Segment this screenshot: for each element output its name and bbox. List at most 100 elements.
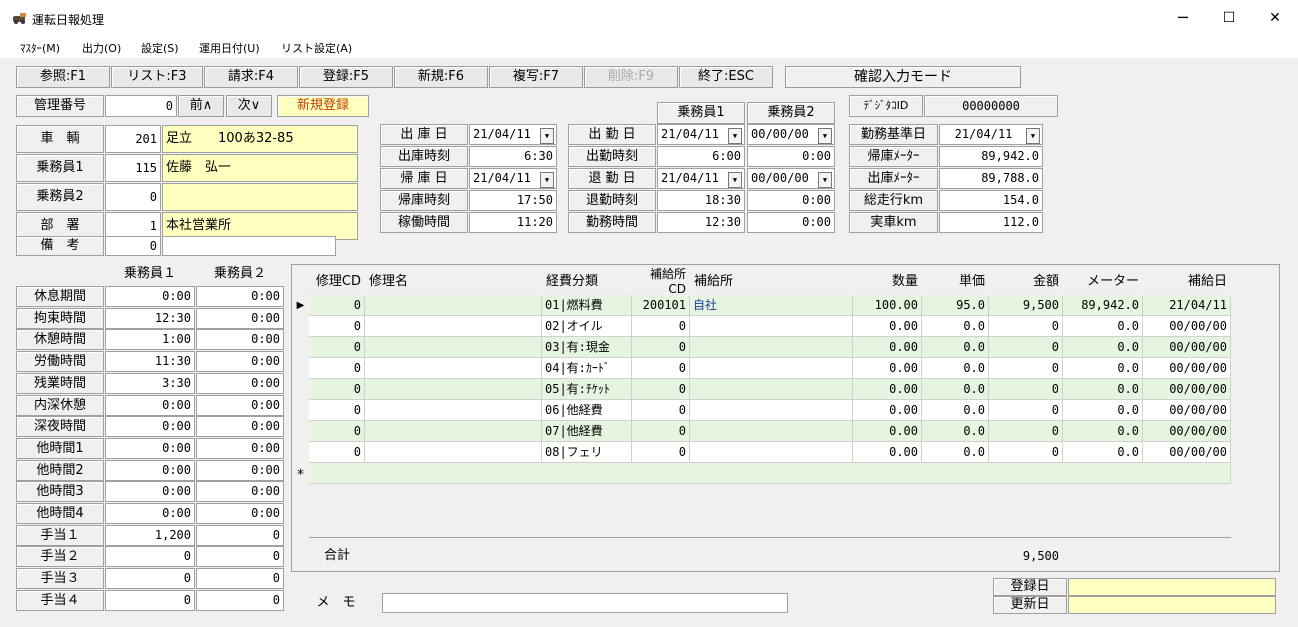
grid-cell[interactable] [365, 316, 542, 337]
time-crew1-input[interactable]: 0:00 [105, 481, 195, 503]
grid-cell[interactable]: 0.00 [853, 379, 922, 400]
dispatch-value-input[interactable]: 21/04/11 ▼ [469, 168, 557, 189]
grid-cell[interactable]: 0 [989, 421, 1063, 442]
dispatch-value-input[interactable]: 6:30 [469, 146, 557, 167]
grid-cell[interactable]: 0.0 [922, 358, 989, 379]
grid-cell[interactable]: 0 [309, 421, 365, 442]
prev-record-button[interactable]: 前∧ [178, 95, 224, 117]
time-crew2-input[interactable]: 0:00 [196, 416, 284, 438]
grid-cell[interactable]: 04|有:ｶｰﾄﾞ [542, 358, 632, 379]
grid-cell[interactable]: 0 [309, 337, 365, 358]
minimize-button[interactable]: ─ [1160, 0, 1206, 36]
grid-cell[interactable]: 89,942.0 [1063, 295, 1143, 316]
time-crew2-input[interactable]: 0:00 [196, 351, 284, 373]
grid-cell[interactable]: 0.0 [922, 421, 989, 442]
menu-list-settings[interactable]: リスト設定(A) [281, 40, 352, 56]
time-crew2-input[interactable]: 0:00 [196, 372, 284, 394]
grid-cell[interactable]: 0 [632, 316, 690, 337]
attend-crew1-input[interactable]: 21/04/11 ▼ [657, 124, 745, 145]
grid-cell[interactable]: 200101 [632, 295, 690, 316]
grid-cell[interactable]: 0.0 [1063, 379, 1143, 400]
grid-cell[interactable]: 95.0 [922, 295, 989, 316]
grid-cell[interactable]: 0.0 [922, 337, 989, 358]
grid-cell[interactable]: 00/00/00 [1143, 358, 1231, 379]
grid-cell[interactable]: 0.00 [853, 421, 922, 442]
grid-cell[interactable]: 01|燃料費 [542, 295, 632, 316]
grid-cell[interactable]: 00/00/00 [1143, 379, 1231, 400]
grid-cell[interactable]: 0 [309, 442, 365, 463]
grid-cell[interactable]: 00/00/00 [1143, 316, 1231, 337]
time-crew1-input[interactable]: 0:00 [105, 459, 195, 481]
grid-cell[interactable] [365, 358, 542, 379]
dropdown-arrow-icon[interactable]: ▼ [728, 128, 742, 144]
dispatch-value-input[interactable]: 21/04/11 ▼ [469, 124, 557, 145]
time-crew1-input[interactable]: 0 [105, 568, 195, 590]
grid-cell[interactable]: 0.0 [1063, 358, 1143, 379]
grid-cell[interactable]: 0 [632, 442, 690, 463]
time-crew1-input[interactable]: 12:30 [105, 307, 195, 329]
attend-crew1-input[interactable]: 12:30 [657, 212, 745, 233]
time-crew2-input[interactable]: 0 [196, 546, 284, 568]
grid-cell[interactable]: 0.0 [922, 316, 989, 337]
grid-cell[interactable]: 0.00 [853, 400, 922, 421]
grid-cell[interactable] [365, 295, 542, 316]
time-crew2-input[interactable]: 0:00 [196, 286, 284, 307]
grid-cell[interactable]: 0 [632, 379, 690, 400]
attend-crew2-input[interactable]: 0:00 [747, 146, 835, 167]
time-crew2-input[interactable]: 0:00 [196, 329, 284, 351]
time-crew1-input[interactable]: 3:30 [105, 372, 195, 394]
grid-new-row[interactable] [309, 463, 1231, 484]
left-field-code-input[interactable]: 0 [105, 236, 161, 256]
time-crew2-input[interactable]: 0:00 [196, 481, 284, 503]
attend-crew2-input[interactable]: 00/00/00 ▼ [747, 124, 835, 145]
grid-cell[interactable]: 0 [989, 379, 1063, 400]
grid-cell[interactable]: 0.0 [1063, 421, 1143, 442]
dropdown-arrow-icon[interactable]: ▼ [540, 128, 554, 144]
kanri-number-input[interactable]: 0 [105, 95, 177, 117]
grid-cell[interactable] [365, 379, 542, 400]
time-crew2-input[interactable]: 0:00 [196, 503, 284, 524]
time-crew2-input[interactable]: 0:00 [196, 459, 284, 481]
grid-cell[interactable]: 0 [309, 316, 365, 337]
menu-output[interactable]: 出力(O) [82, 40, 121, 56]
grid-cell[interactable]: 0 [632, 337, 690, 358]
time-crew2-input[interactable]: 0:00 [196, 437, 284, 459]
time-crew2-input[interactable]: 0:00 [196, 394, 284, 416]
time-crew1-input[interactable]: 1,200 [105, 524, 195, 546]
grid-cell[interactable]: 00/00/00 [1143, 400, 1231, 421]
time-crew1-input[interactable]: 0:00 [105, 394, 195, 416]
time-crew2-input[interactable]: 0 [196, 524, 284, 546]
grid-cell[interactable] [690, 442, 853, 463]
dropdown-arrow-icon[interactable]: ▼ [818, 172, 832, 188]
maximize-button[interactable]: ☐ [1206, 0, 1252, 36]
grid-cell[interactable]: 0 [309, 379, 365, 400]
time-crew1-input[interactable]: 0:00 [105, 503, 195, 524]
grid-cell[interactable] [365, 442, 542, 463]
meter-value-input[interactable]: 154.0 [939, 190, 1043, 211]
grid-cell[interactable]: 0.00 [853, 358, 922, 379]
grid-cell[interactable]: 0 [989, 316, 1063, 337]
left-field-code-input[interactable]: 115 [105, 154, 161, 182]
grid-cell[interactable]: 0 [989, 358, 1063, 379]
time-crew2-input[interactable]: 0 [196, 589, 284, 611]
grid-cell[interactable]: 0 [309, 358, 365, 379]
time-crew1-input[interactable]: 0 [105, 546, 195, 568]
time-crew1-input[interactable]: 11:30 [105, 351, 195, 373]
grid-cell[interactable] [690, 400, 853, 421]
close-button[interactable]: ✕ [1252, 0, 1298, 36]
attend-crew1-input[interactable]: 6:00 [657, 146, 745, 167]
grid-cell[interactable]: 0.0 [922, 379, 989, 400]
grid-cell[interactable] [690, 316, 853, 337]
menu-settings[interactable]: 設定(S) [141, 40, 179, 56]
grid-cell[interactable] [365, 400, 542, 421]
grid-cell[interactable]: 0.00 [853, 442, 922, 463]
dropdown-arrow-icon[interactable]: ▼ [1026, 128, 1040, 144]
meter-value-input[interactable]: 89,942.0 [939, 146, 1043, 167]
attend-crew2-input[interactable]: 0:00 [747, 190, 835, 211]
attend-crew2-input[interactable]: 0:00 [747, 212, 835, 233]
grid-cell[interactable]: 08|フェリ [542, 442, 632, 463]
grid-cell[interactable]: 自社 [690, 295, 853, 316]
grid-cell[interactable]: 0.0 [1063, 337, 1143, 358]
grid-cell[interactable] [365, 337, 542, 358]
time-crew1-input[interactable]: 1:00 [105, 329, 195, 351]
